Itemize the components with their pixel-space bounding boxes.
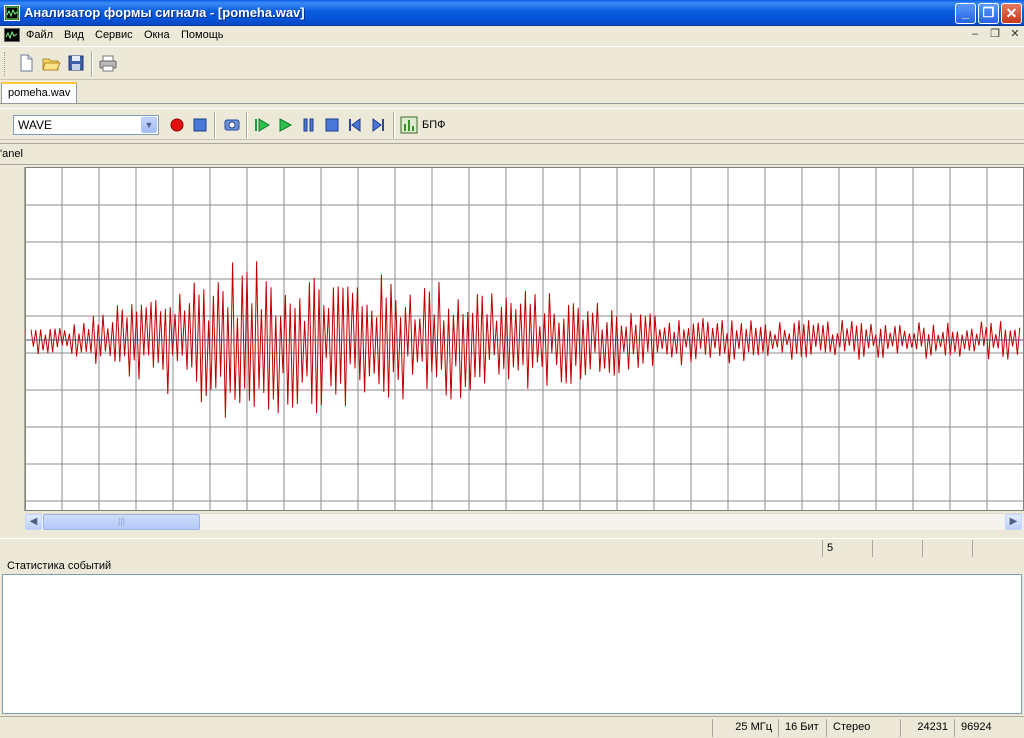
mdi-restore-button[interactable]: ❐ [988, 28, 1002, 42]
chevron-left-icon: ◀ [29, 516, 38, 527]
signal-toolbar: WAVE ▼ БПФ [0, 108, 1024, 140]
capture-button[interactable] [222, 115, 242, 135]
fft-icon [400, 116, 418, 134]
save-button[interactable] [65, 52, 87, 74]
skip-end-icon [372, 118, 384, 132]
new-file-icon [20, 54, 33, 72]
toolbar-separator [91, 51, 93, 77]
fft-label[interactable]: БПФ [422, 119, 446, 131]
toolbar-separator [246, 112, 248, 138]
stop-icon [193, 118, 207, 132]
toolbar-separator [393, 112, 395, 138]
print-icon [99, 55, 117, 72]
minimize-button[interactable]: _ [955, 3, 976, 24]
stop-button[interactable] [190, 115, 210, 135]
tab-pomeha[interactable]: pomeha.wav [1, 82, 78, 103]
close-button[interactable]: ✕ [1001, 3, 1022, 24]
left-ruler [0, 167, 25, 511]
stop-playback-icon [325, 118, 339, 132]
waveform-plot[interactable] [25, 167, 1024, 511]
info-cell [872, 540, 922, 557]
title-bar: Анализатор формы сигнала - [pomeha.wav] … [0, 0, 1024, 26]
stop-playback-button[interactable] [322, 115, 342, 135]
document-tabs: pomeha.wav [0, 80, 1024, 104]
minimize-icon: _ [961, 5, 970, 20]
source-select-value: WAVE [18, 118, 53, 132]
panel-header: 'anel [0, 143, 1024, 165]
mdi-close-button[interactable]: ✕ [1008, 28, 1022, 42]
chevron-down-icon[interactable]: ▼ [141, 117, 157, 133]
pause-icon [303, 118, 314, 132]
maximize-icon: ❐ [982, 5, 995, 20]
horizontal-scrollbar[interactable]: ◀ ||| ▶ [25, 513, 1023, 530]
main-toolbar [0, 46, 1024, 80]
window-title: Анализатор формы сигнала - [pomeha.wav] [24, 5, 305, 20]
status-channels: Стерео [826, 719, 900, 737]
source-select[interactable]: WAVE ▼ [13, 115, 159, 135]
mdi-minimize-button[interactable]: – [968, 28, 982, 42]
save-icon [68, 55, 84, 71]
event-stats-list[interactable] [2, 574, 1022, 714]
skip-start-button[interactable] [345, 115, 365, 135]
play-all-button[interactable] [252, 115, 272, 135]
menu-view[interactable]: Вид [64, 29, 84, 41]
status-bits: 16 Бит [778, 719, 826, 737]
open-button[interactable] [40, 52, 62, 74]
menu-bar: Файл Вид Сервис Окна Помощь – ❐ ✕ [0, 26, 1024, 46]
play-icon [279, 118, 293, 132]
scroll-left-button[interactable]: ◀ [25, 514, 42, 530]
event-stats-label: Статистика событий [7, 560, 112, 572]
chevron-right-icon: ▶ [1009, 516, 1018, 527]
close-icon: ✕ [1005, 5, 1018, 21]
info-value: 5 [822, 540, 872, 557]
scroll-right-button[interactable]: ▶ [1005, 514, 1022, 530]
open-folder-icon [42, 58, 61, 71]
status-value1: 24231 [900, 719, 954, 737]
event-stats-panel: Статистика событий [0, 559, 1024, 716]
status-frequency: 25 МГц [712, 719, 778, 737]
record-button[interactable] [167, 115, 187, 135]
menu-help[interactable]: Помощь [181, 29, 224, 41]
maximize-button[interactable]: ❐ [978, 3, 999, 24]
play-button[interactable] [275, 115, 295, 135]
menu-file[interactable]: Файл [26, 29, 53, 41]
info-cell [972, 540, 1024, 557]
grip-icon: ||| [117, 516, 125, 526]
pause-button[interactable] [299, 115, 319, 135]
status-bar: 25 МГц 16 Бит Стерео 24231 96924 [0, 716, 1024, 738]
waveform-canvas [26, 168, 1023, 510]
menu-windows[interactable]: Окна [144, 29, 170, 41]
document-icon[interactable] [4, 28, 20, 42]
capture-icon [224, 119, 240, 131]
toolbar-separator [214, 112, 216, 138]
tab-divider [0, 103, 1024, 104]
scroll-corner [0, 511, 25, 536]
new-file-button[interactable] [15, 52, 37, 74]
app-icon[interactable] [4, 5, 20, 21]
info-row: 5 [0, 538, 1024, 558]
record-icon [170, 118, 184, 132]
menu-service[interactable]: Сервис [95, 29, 133, 41]
fft-button[interactable] [399, 115, 419, 135]
play-all-icon [255, 118, 270, 132]
status-cell [0, 719, 712, 737]
skip-start-icon [349, 118, 361, 132]
scroll-thumb[interactable]: ||| [43, 514, 200, 530]
panel-label: 'anel [0, 148, 23, 160]
print-button[interactable] [97, 52, 119, 74]
status-value2: 96924 [954, 719, 1024, 737]
info-cell [922, 540, 972, 557]
toolbar-grip[interactable] [4, 52, 7, 76]
skip-end-button[interactable] [368, 115, 388, 135]
